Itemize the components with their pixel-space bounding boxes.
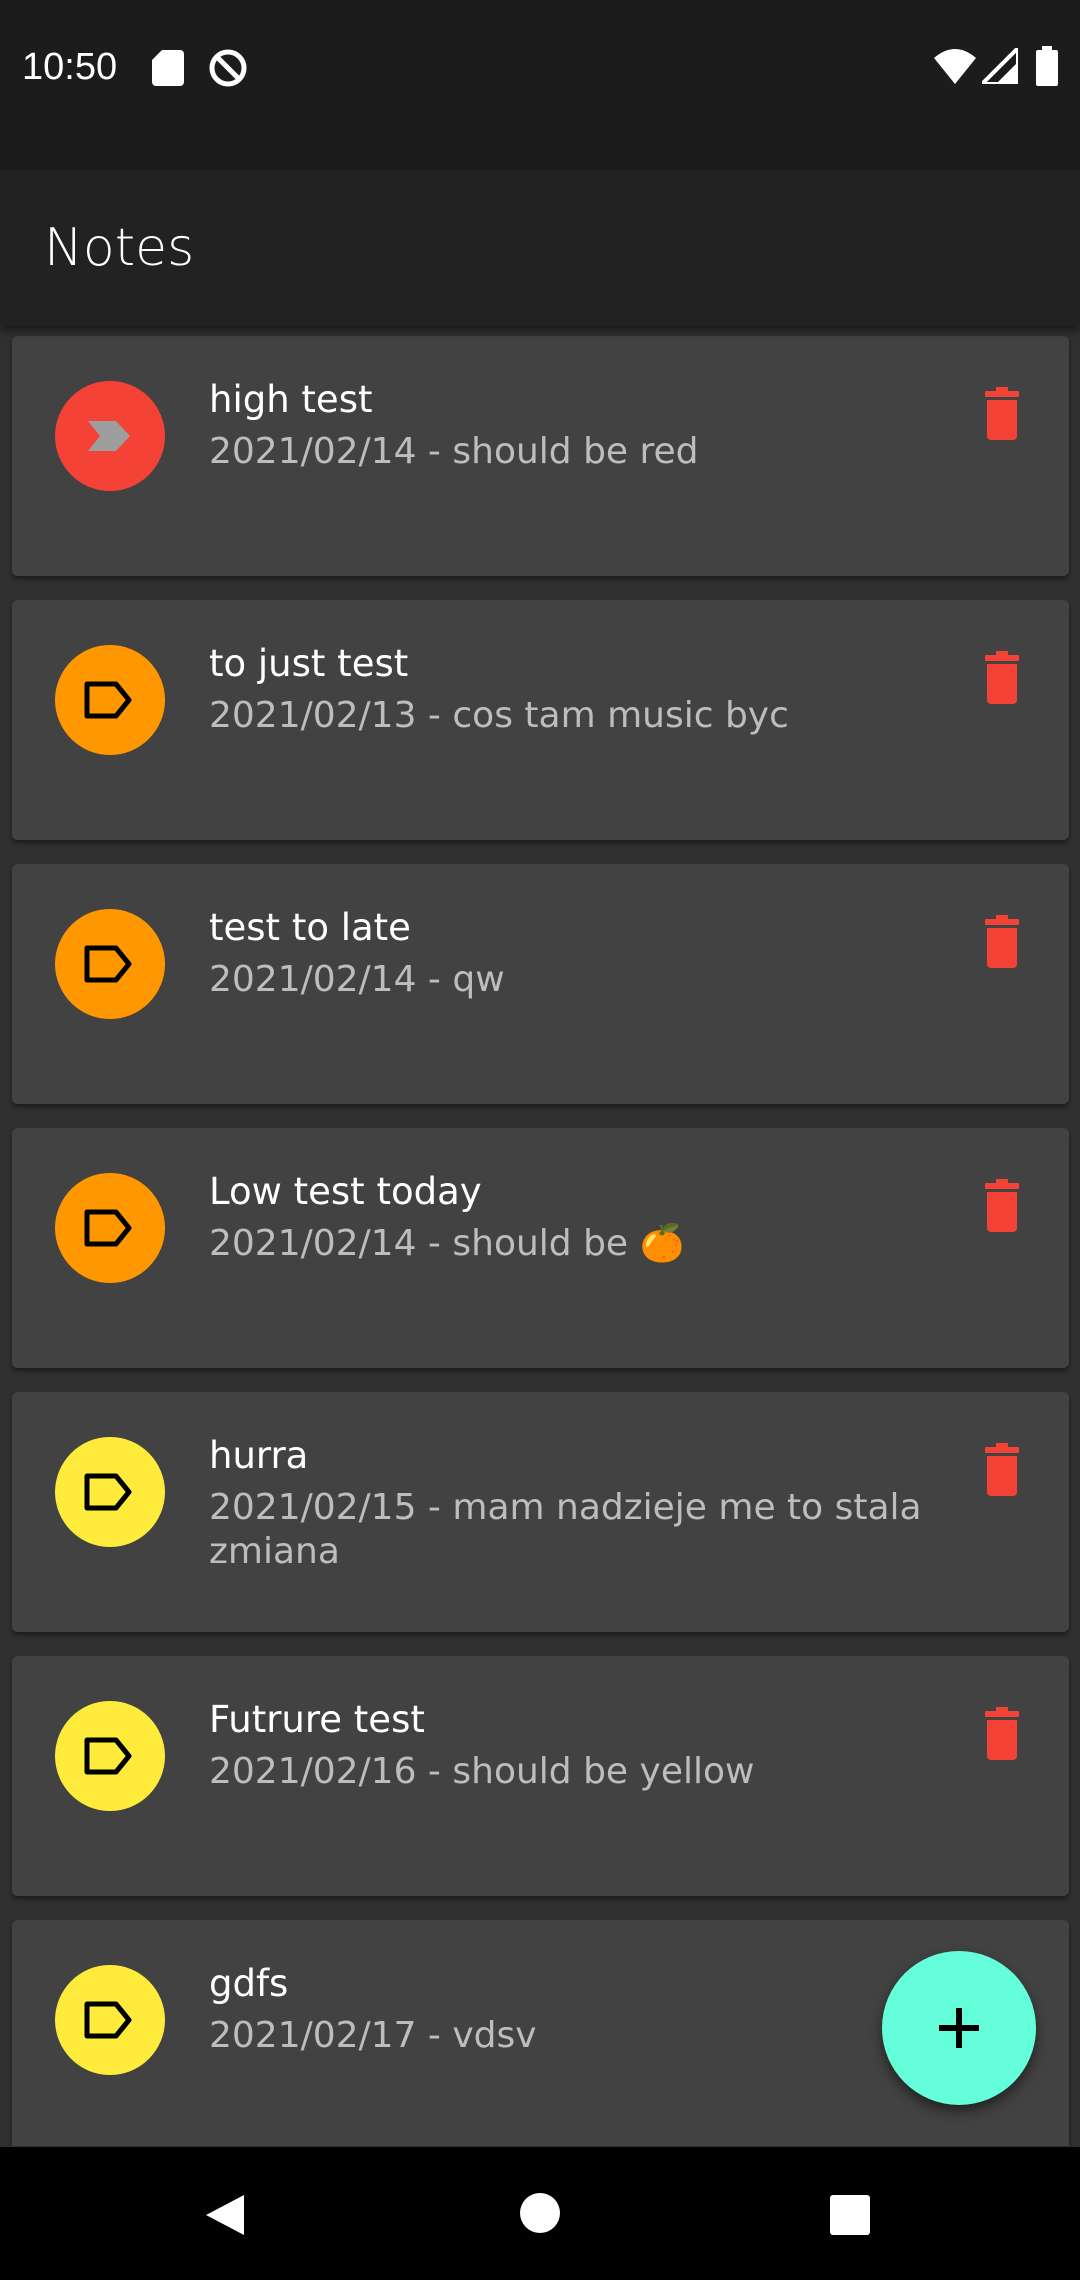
delete-icon[interactable] bbox=[972, 1706, 1032, 1766]
note-card[interactable]: Low test today 2021/02/14 - should be 🍊 bbox=[12, 1128, 1069, 1368]
note-title: high test bbox=[209, 378, 373, 421]
priority-avatar bbox=[55, 381, 165, 491]
label-outline-icon bbox=[84, 2001, 132, 2039]
wifi-icon bbox=[934, 49, 976, 84]
note-subtitle: 2021/02/17 - vdsv bbox=[209, 2015, 537, 2056]
note-card[interactable]: to just test 2021/02/13 - cos tam music … bbox=[12, 600, 1069, 840]
note-title: hurra bbox=[209, 1434, 309, 1477]
note-title: test to late bbox=[209, 906, 411, 949]
sd-card-icon bbox=[152, 50, 184, 86]
note-card[interactable]: test to late 2021/02/14 - qw bbox=[12, 864, 1069, 1104]
note-subtitle: 2021/02/15 - mam nadzieje me to stala zm… bbox=[209, 1487, 922, 1572]
note-title: Low test today bbox=[209, 1170, 482, 1213]
at-sign-icon bbox=[209, 49, 247, 87]
note-subtitle: 2021/02/16 - should be yellow bbox=[209, 1751, 755, 1792]
add-note-button[interactable] bbox=[882, 1951, 1036, 2105]
label-outline-icon bbox=[84, 945, 132, 983]
note-card[interactable]: hurra 2021/02/15 - mam nadzieje me to st… bbox=[12, 1392, 1069, 1632]
note-subtitle: 2021/02/14 - qw bbox=[209, 959, 505, 1000]
priority-avatar bbox=[55, 1173, 165, 1283]
note-subtitle: 2021/02/13 - cos tam music byc bbox=[209, 695, 789, 736]
page-title: Notes bbox=[44, 218, 195, 278]
app-bar: Notes bbox=[0, 170, 1080, 326]
delete-icon[interactable] bbox=[972, 650, 1032, 710]
label-outline-icon bbox=[84, 681, 132, 719]
chevron-label-icon bbox=[88, 421, 130, 451]
signal-icon bbox=[982, 48, 1018, 84]
note-card[interactable]: Futrure test 2021/02/16 - should be yell… bbox=[12, 1656, 1069, 1896]
delete-icon[interactable] bbox=[972, 1178, 1032, 1238]
status-bar: 10:50 bbox=[0, 0, 1080, 170]
note-card[interactable]: high test 2021/02/14 - should be red bbox=[12, 336, 1069, 576]
navigation-bar bbox=[0, 2147, 1080, 2280]
note-title: Futrure test bbox=[209, 1698, 425, 1741]
recents-icon[interactable] bbox=[828, 2193, 872, 2237]
priority-avatar bbox=[55, 909, 165, 1019]
priority-avatar bbox=[55, 1965, 165, 2075]
home-icon[interactable] bbox=[518, 2191, 562, 2235]
note-subtitle: 2021/02/14 - should be 🍊 bbox=[209, 1223, 685, 1264]
status-time: 10:50 bbox=[22, 46, 118, 88]
note-title: gdfs bbox=[209, 1962, 289, 2005]
delete-icon[interactable] bbox=[972, 1442, 1032, 1502]
plus-icon bbox=[939, 2008, 979, 2048]
label-outline-icon bbox=[84, 1737, 132, 1775]
note-subtitle: 2021/02/14 - should be red bbox=[209, 431, 699, 472]
battery-icon bbox=[1036, 46, 1058, 86]
label-outline-icon bbox=[84, 1209, 132, 1247]
delete-icon[interactable] bbox=[972, 386, 1032, 446]
back-icon[interactable] bbox=[200, 2191, 248, 2239]
notes-list[interactable]: high test 2021/02/14 - should be red to … bbox=[0, 326, 1080, 2146]
note-title: to just test bbox=[209, 642, 409, 685]
delete-icon[interactable] bbox=[972, 914, 1032, 974]
priority-avatar bbox=[55, 1437, 165, 1547]
label-outline-icon bbox=[84, 1473, 132, 1511]
priority-avatar bbox=[55, 645, 165, 755]
priority-avatar bbox=[55, 1701, 165, 1811]
